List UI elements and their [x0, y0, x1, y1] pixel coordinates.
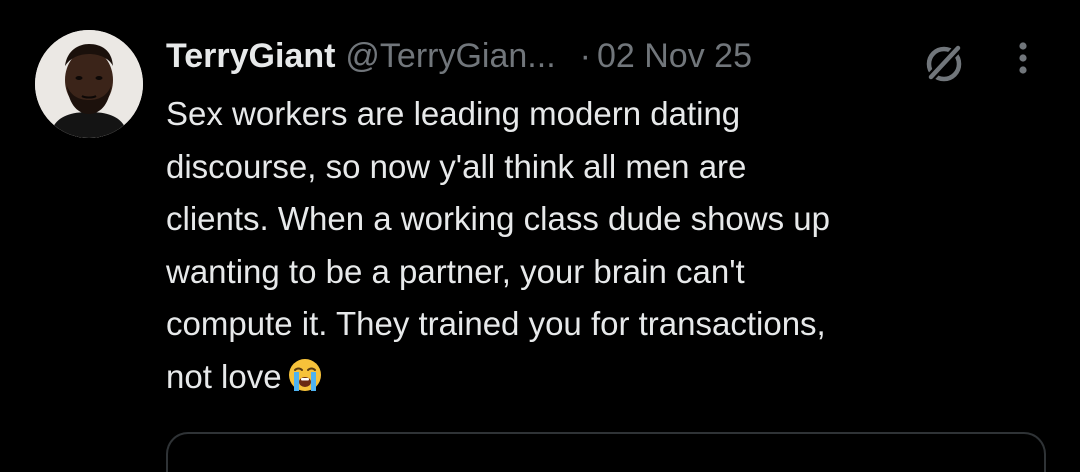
quoted-post-card[interactable]	[166, 432, 1046, 472]
author-handle[interactable]: @TerryGian...	[345, 37, 555, 76]
separator-dot: ·	[579, 36, 591, 75]
tweet[interactable]: TerryGiant @TerryGian... · 02 Nov 25 Sex…	[0, 0, 1080, 472]
loudly-crying-face-icon	[288, 355, 322, 391]
grok-icon[interactable]	[920, 38, 968, 86]
tweet-text-content: Sex workers are leading modern dating di…	[166, 95, 830, 395]
tweet-text: Sex workers are leading modern dating di…	[166, 88, 1046, 403]
avatar-image	[35, 30, 143, 138]
tweet-date[interactable]: 02 Nov 25	[597, 37, 752, 76]
author-display-name[interactable]: TerryGiant	[166, 37, 335, 76]
more-options-icon[interactable]	[1008, 38, 1038, 78]
tweet-header: TerryGiant @TerryGian... · 02 Nov 25	[166, 34, 752, 78]
avatar[interactable]	[35, 30, 143, 138]
